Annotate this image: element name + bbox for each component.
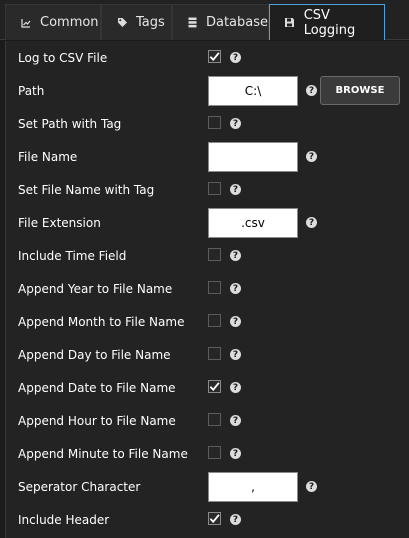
help-icon[interactable]: ?: [306, 151, 317, 162]
tab-common[interactable]: Common: [5, 4, 101, 40]
help-icon[interactable]: ?: [306, 85, 317, 96]
append-month-row: Append Month to File Name ?: [6, 305, 409, 338]
help-icon[interactable]: ?: [230, 184, 241, 195]
log-to-csv-row: Log to CSV File ?: [6, 41, 409, 74]
append-year-checkbox[interactable]: [208, 281, 221, 294]
include-header-label: Include Header: [18, 512, 110, 527]
help-icon[interactable]: ?: [230, 52, 241, 63]
tab-tags[interactable]: Tags: [101, 4, 172, 40]
set-path-with-tag-label: Set Path with Tag: [18, 116, 122, 131]
append-date-label: Append Date to File Name: [18, 380, 176, 395]
set-path-with-tag-checkbox[interactable]: [208, 116, 221, 129]
help-icon[interactable]: ?: [230, 349, 241, 360]
append-hour-checkbox[interactable]: [208, 413, 221, 426]
append-minute-label: Append Minute to File Name: [18, 446, 188, 461]
append-day-checkbox[interactable]: [208, 347, 221, 360]
csv-logging-panel: Log to CSV File ? Path ? BROWSE Set Path…: [5, 41, 409, 538]
help-icon[interactable]: ?: [230, 250, 241, 261]
help-icon[interactable]: ?: [230, 514, 241, 525]
help-icon[interactable]: ?: [230, 316, 241, 327]
file-extension-label: File Extension: [18, 215, 101, 230]
chart-icon: [18, 17, 34, 29]
help-icon[interactable]: ?: [230, 118, 241, 129]
help-icon[interactable]: ?: [306, 217, 317, 228]
append-year-row: Append Year to File Name ?: [6, 272, 409, 305]
set-path-with-tag-row: Set Path with Tag ?: [6, 107, 409, 140]
file-name-label: File Name: [18, 149, 78, 164]
append-hour-label: Append Hour to File Name: [18, 413, 176, 428]
append-date-row: Append Date to File Name ?: [6, 371, 409, 404]
help-icon[interactable]: ?: [306, 481, 317, 492]
include-time-field-label: Include Time Field: [18, 248, 127, 263]
file-name-input[interactable]: [208, 142, 298, 172]
append-year-label: Append Year to File Name: [18, 281, 173, 296]
tab-csv-logging-label: CSV Logging: [303, 7, 356, 38]
help-icon[interactable]: ?: [230, 382, 241, 393]
help-icon[interactable]: ?: [230, 448, 241, 459]
include-header-checkbox[interactable]: [208, 512, 221, 525]
browse-button[interactable]: BROWSE: [320, 76, 400, 105]
database-icon: [185, 17, 200, 29]
tab-csv-logging[interactable]: CSV Logging: [269, 4, 385, 40]
tab-database[interactable]: Database: [172, 4, 269, 40]
separator-character-input[interactable]: [208, 472, 298, 502]
append-hour-row: Append Hour to File Name ?: [6, 404, 409, 437]
append-day-row: Append Day to File Name ?: [6, 338, 409, 371]
tab-database-label: Database: [205, 15, 268, 30]
append-day-label: Append Day to File Name: [18, 347, 171, 362]
append-month-checkbox[interactable]: [208, 314, 221, 327]
set-file-name-with-tag-row: Set File Name with Tag ?: [6, 173, 409, 206]
append-minute-row: Append Minute to File Name ?: [6, 437, 409, 470]
tab-tags-label: Tags: [136, 15, 165, 30]
file-name-row: File Name ?: [6, 140, 409, 173]
set-file-name-with-tag-checkbox[interactable]: [208, 182, 221, 195]
path-label: Path: [18, 83, 45, 98]
file-extension-row: File Extension ?: [6, 206, 409, 239]
path-row: Path ? BROWSE: [6, 74, 409, 107]
separator-character-row: Seperator Character ?: [6, 470, 409, 503]
log-to-csv-label: Log to CSV File: [18, 50, 108, 65]
include-time-field-checkbox[interactable]: [208, 248, 221, 261]
include-header-row: Include Header ?: [6, 503, 409, 536]
tab-common-label: Common: [40, 15, 99, 30]
help-icon[interactable]: ?: [230, 283, 241, 294]
log-to-csv-checkbox[interactable]: [208, 50, 221, 63]
append-date-checkbox[interactable]: [208, 380, 221, 393]
tag-icon: [114, 17, 130, 29]
append-minute-checkbox[interactable]: [208, 446, 221, 459]
separator-character-label: Seperator Character: [18, 479, 141, 494]
help-icon[interactable]: ?: [230, 415, 241, 426]
save-icon: [282, 17, 298, 29]
file-extension-input[interactable]: [208, 208, 298, 238]
path-input[interactable]: [208, 76, 298, 106]
include-time-field-row: Include Time Field ?: [6, 239, 409, 272]
append-month-label: Append Month to File Name: [18, 314, 185, 329]
set-file-name-with-tag-label: Set File Name with Tag: [18, 182, 155, 197]
tab-bar: Common Tags Database CSV Logging: [0, 0, 409, 40]
